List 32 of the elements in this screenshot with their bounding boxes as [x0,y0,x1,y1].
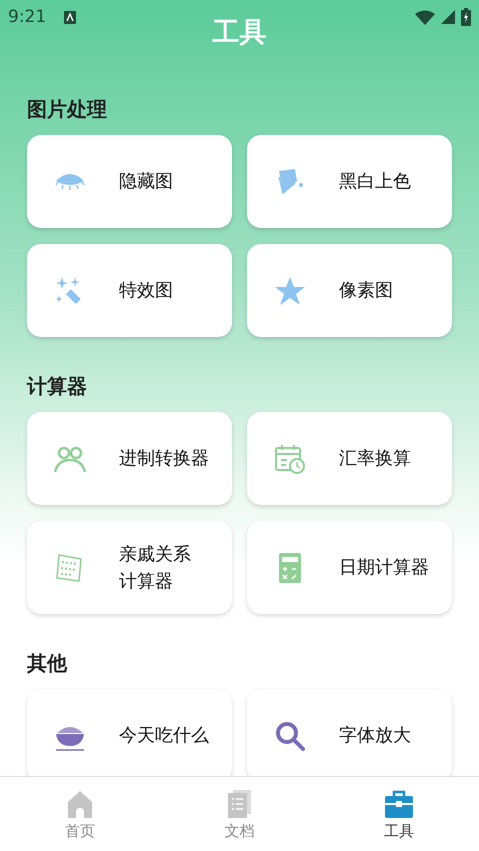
tool-label: 亲戚关系 [119,542,191,566]
section-title: 图片处理 [27,96,108,123]
tool-label: 今天吃什么 [119,724,209,748]
tool-card[interactable]: 亲戚关系 计算器 [27,521,232,614]
tool-card[interactable]: 像素图 [247,244,452,337]
page-title: 工具 [212,16,266,50]
tool-card[interactable]: 今天吃什么 [27,689,232,776]
section-title: 其他 [27,650,68,677]
tool-label: 字体放大 [339,724,411,748]
tool-card[interactable]: 隐藏图 [27,135,232,228]
tool-label: 汇率换算 [339,447,411,471]
nav-tab[interactable]: 首页 [24,777,135,851]
tool-card[interactable]: 汇率换算 [247,412,452,505]
battery-icon [461,8,471,26]
tool-label: 特效图 [119,279,173,303]
tool-label: 进制转换器 [119,447,209,471]
tool-card[interactable]: 字体放大 [247,689,452,776]
tool-card[interactable]: 日期计算器 [247,521,452,614]
nav-tab[interactable]: 文档 [184,777,294,851]
tool-card[interactable]: 黑白上色 [247,135,452,228]
tool-card[interactable]: 特效图 [27,244,232,337]
signal-icon [441,10,455,24]
tool-label: 像素图 [339,279,393,303]
section-title: 计算器 [27,373,88,400]
tool-label: 计算器 [119,570,174,594]
status-time: 9:21 [8,7,46,27]
tool-label: 隐藏图 [119,170,173,194]
tool-card[interactable]: 进制转换器 [27,412,232,505]
tool-label: 日期计算器 [339,556,429,580]
tool-label: 黑白上色 [339,170,411,194]
nav-tab[interactable]: 工具 [344,777,454,851]
wifi-icon [415,10,435,24]
